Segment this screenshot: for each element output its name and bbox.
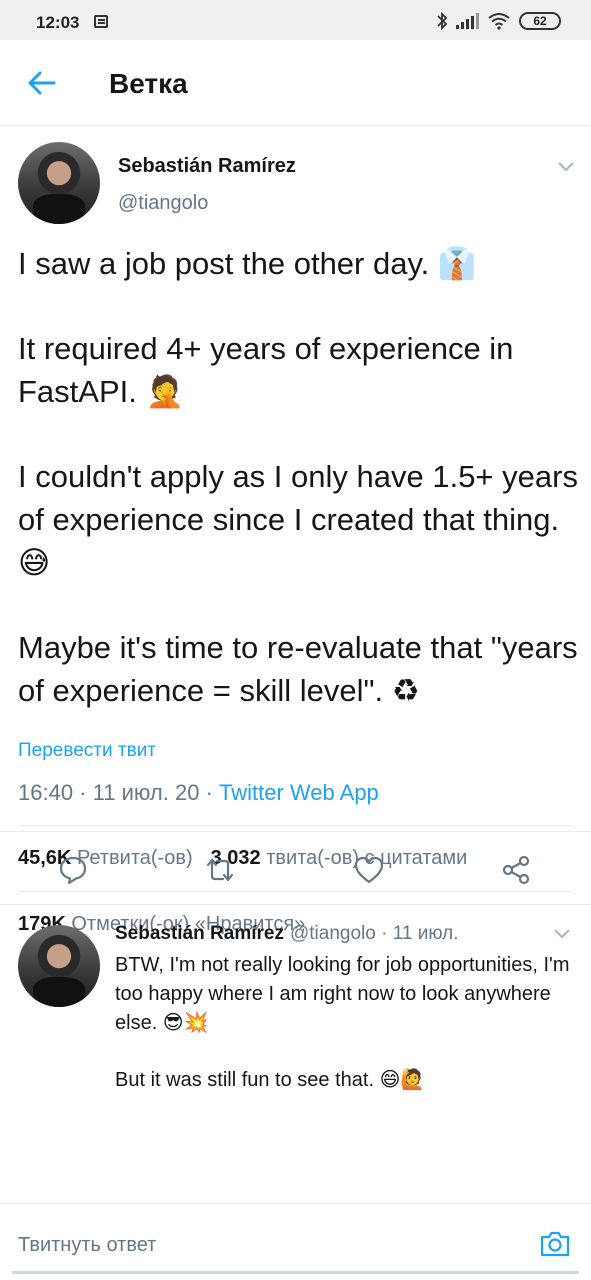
reply-header: Sebastián Ramírez @tiangolo · 11 июл. (115, 923, 459, 945)
reply-icon[interactable] (57, 854, 89, 886)
author-name[interactable]: Sebastián Ramírez (118, 155, 296, 178)
retweet-icon[interactable] (204, 854, 236, 886)
tweet-client-link[interactable]: Twitter Web App (219, 780, 379, 805)
meta-separator: · (79, 780, 93, 805)
avatar[interactable] (18, 142, 100, 224)
status-bar: 12:03 62 (0, 0, 591, 40)
battery-icon: 62 (519, 12, 561, 30)
tweet-time: 16:40 (18, 780, 74, 805)
chevron-down-icon[interactable] (556, 160, 576, 174)
like-icon[interactable] (353, 854, 385, 886)
reply-input[interactable]: Твитнуть ответ (18, 1234, 156, 1257)
bluetooth-icon (437, 12, 448, 30)
tweet-actions (0, 831, 591, 905)
author-handle[interactable]: @tiangolo (118, 192, 208, 215)
arrow-left-icon[interactable] (24, 66, 60, 100)
reply-paragraph: BTW, I'm not really looking for job oppo… (115, 954, 570, 1034)
status-time: 12:03 (36, 13, 80, 32)
translate-tweet-link[interactable]: Перевести твит (18, 740, 156, 762)
tweet-paragraph: Maybe it's time to re-evaluate that "yea… (18, 630, 578, 708)
reply-paragraph: But it was still fun to see that. 😄🙋 (115, 1069, 426, 1091)
tweet-date: 11 июл. 20 (92, 780, 200, 805)
avatar[interactable] (18, 925, 100, 1007)
reply-tweet[interactable]: Sebastián Ramírez @tiangolo · 11 июл. BTW… (0, 904, 591, 1204)
reply-text: BTW, I'm not really looking for job oppo… (115, 951, 570, 1123)
tweet-paragraph: I couldn't apply as I only have 1.5+ yea… (18, 459, 578, 580)
notification-icon (94, 15, 108, 28)
tweet-paragraph: I saw a job post the other day. 👔 (18, 246, 477, 281)
tweet-paragraph: It required 4+ years of experience in Fa… (18, 331, 514, 409)
reply-author-name[interactable]: Sebastián Ramírez (115, 923, 284, 944)
status-icons: 62 (436, 11, 561, 31)
page-title: Ветка (109, 68, 188, 99)
signal-icon (456, 13, 479, 29)
reply-handle-date: @tiangolo · 11 июл. (289, 923, 459, 944)
tweet-meta: 16:40 · 11 июл. 20 · Twitter Web App (18, 780, 379, 806)
camera-icon[interactable] (539, 1228, 571, 1258)
app-header: Ветка (0, 40, 591, 126)
chevron-down-icon[interactable] (552, 927, 572, 941)
tweet-text: I saw a job post the other day. 👔 It req… (18, 242, 578, 712)
meta-separator: · (205, 780, 220, 805)
bottom-divider (12, 1271, 579, 1274)
share-icon[interactable] (500, 854, 532, 886)
wifi-icon (488, 13, 510, 30)
reply-composer: Твитнуть ответ (0, 1203, 591, 1280)
